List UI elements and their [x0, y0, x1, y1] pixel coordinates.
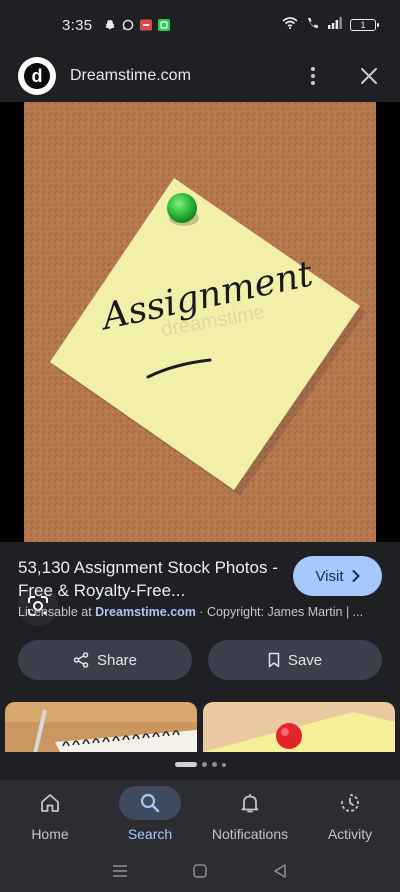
bell-icon — [219, 786, 281, 820]
related-thumbnail[interactable] — [5, 702, 197, 752]
result-title[interactable]: 53,130 Assignment Stock Photos - Free & … — [18, 556, 280, 602]
share-button[interactable]: Share — [18, 640, 192, 680]
activity-icon — [319, 786, 381, 820]
nav-search[interactable]: Search — [100, 780, 200, 850]
site-logo-letter: d — [31, 66, 43, 86]
nav-home[interactable]: Home — [0, 780, 100, 850]
license-prefix: Licensable at — [18, 605, 92, 619]
volte-call-icon — [306, 16, 320, 34]
bottom-navigation: Home Search Notifications Activity — [0, 780, 400, 850]
carousel-pager — [0, 762, 400, 767]
nav-activity-label: Activity — [327, 826, 373, 842]
site-name: Dreamstime.com — [70, 67, 191, 84]
sos-icon — [140, 19, 153, 31]
related-images — [0, 702, 400, 752]
bookmark-icon — [268, 652, 280, 668]
site-logo: d — [18, 57, 56, 95]
search-icon — [119, 786, 181, 820]
license-line: Licensable at Dreamstime.com · Copyright… — [18, 605, 382, 619]
signal-icon — [328, 16, 342, 34]
pager-dot — [211, 762, 217, 767]
back-icon[interactable] — [268, 859, 292, 883]
close-icon[interactable] — [356, 63, 382, 89]
license-copyright: · Copyright: James Martin | ... — [199, 605, 364, 619]
status-right-icons: 1 — [282, 16, 379, 34]
related-thumbnail[interactable] — [203, 702, 395, 752]
snapchat-icon — [104, 19, 116, 31]
nav-home-label: Home — [31, 826, 69, 842]
share-label: Share — [96, 651, 138, 669]
home-icon — [19, 786, 81, 820]
more-options-icon[interactable] — [300, 63, 326, 89]
pager-dot — [221, 762, 226, 767]
save-button[interactable]: Save — [208, 640, 382, 680]
home-button-icon[interactable] — [188, 859, 212, 883]
nav-notifications[interactable]: Notifications — [200, 780, 300, 850]
status-time: 3:35 — [62, 16, 93, 34]
recents-icon[interactable] — [108, 859, 132, 883]
action-row: Share Save — [18, 640, 382, 680]
nav-notifications-label: Notifications — [211, 826, 289, 842]
nav-search-label: Search — [127, 826, 173, 842]
visit-button[interactable]: Visit — [293, 556, 382, 596]
pager-dot — [201, 762, 207, 767]
battery-icon: 1 — [350, 19, 379, 31]
whatsapp-icon — [122, 19, 134, 31]
notification-icons — [104, 19, 171, 31]
preview-photo[interactable]: dreamstime Assignment — [24, 102, 376, 542]
pager-dot-active — [174, 762, 197, 767]
status-bar: 3:35 1 — [0, 0, 400, 50]
chevron-right-icon — [352, 570, 360, 582]
viewer-header: d Dreamstime.com — [0, 50, 400, 102]
app-icon — [158, 19, 171, 31]
nav-activity[interactable]: Activity — [300, 780, 400, 850]
share-icon — [73, 652, 89, 668]
visit-label: Visit — [315, 567, 344, 585]
system-navigation-bar — [0, 850, 400, 892]
save-label: Save — [287, 651, 323, 669]
license-source-link[interactable]: Dreamstime.com — [95, 605, 196, 619]
wifi-icon — [282, 16, 298, 34]
image-preview[interactable]: dreamstime Assignment — [0, 102, 400, 626]
